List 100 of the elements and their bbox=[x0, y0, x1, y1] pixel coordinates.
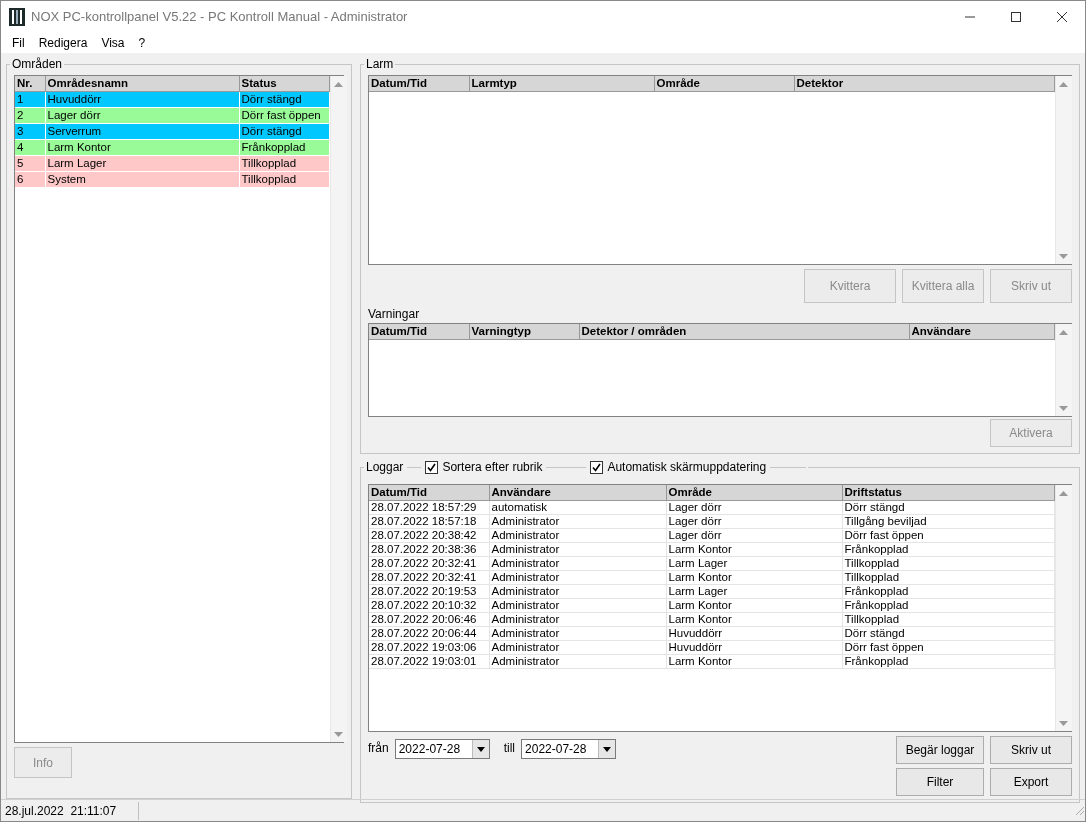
menu-item[interactable]: Redigera bbox=[31, 34, 95, 52]
table-cell: Lager dörr bbox=[666, 500, 842, 514]
menu-item[interactable]: Fil bbox=[5, 34, 32, 52]
table-cell: 28.07.2022 20:06:44 bbox=[369, 626, 489, 640]
table-cell: 28.07.2022 20:38:42 bbox=[369, 528, 489, 542]
column-header[interactable]: Användare bbox=[909, 324, 1054, 339]
date-field[interactable]: 2022-07-28 bbox=[521, 739, 617, 759]
table-cell: 28.07.2022 19:03:01 bbox=[369, 654, 489, 668]
table-cell: Huvuddörr bbox=[666, 626, 842, 640]
table-cell: Administrator bbox=[489, 570, 666, 584]
column-header[interactable]: Larmtyp bbox=[469, 76, 654, 91]
table-cell: 5 bbox=[15, 155, 45, 171]
column-header[interactable]: Användare bbox=[489, 485, 666, 500]
dropdown-button[interactable] bbox=[471, 740, 489, 758]
action-button[interactable]: Skriv ut bbox=[990, 736, 1072, 764]
table-cell: Lager dörr bbox=[666, 528, 842, 542]
table-cell: Administrator bbox=[489, 514, 666, 528]
scrollbar[interactable] bbox=[1054, 76, 1072, 264]
scrollbar[interactable] bbox=[329, 76, 347, 742]
scroll-down-icon[interactable] bbox=[334, 731, 343, 737]
table-cell: 28.07.2022 20:32:41 bbox=[369, 556, 489, 570]
date-field[interactable]: 2022-07-28 bbox=[394, 739, 490, 759]
column-header[interactable]: Status bbox=[239, 76, 329, 91]
table-cell: Administrator bbox=[489, 612, 666, 626]
table-cell: 28.07.2022 20:06:46 bbox=[369, 612, 489, 626]
table-cell: 28.07.2022 19:03:06 bbox=[369, 640, 489, 654]
maximize-icon bbox=[1011, 12, 1021, 22]
table-cell: 6 bbox=[15, 171, 45, 187]
checkbox[interactable] bbox=[590, 460, 604, 474]
scroll-down-icon[interactable] bbox=[1059, 405, 1068, 411]
field-label: till bbox=[503, 740, 516, 757]
action-button[interactable]: Filter bbox=[896, 768, 984, 796]
caret-icon bbox=[603, 746, 612, 752]
column-header[interactable]: Områdesnamn bbox=[45, 76, 239, 91]
close-icon bbox=[1057, 12, 1067, 22]
checkbox[interactable] bbox=[425, 460, 439, 474]
table-cell: Serverrum bbox=[45, 123, 239, 139]
table-cell: Tillkopplad bbox=[239, 171, 329, 187]
table-cell: Administrator bbox=[489, 654, 666, 668]
table-cell: Tillkopplad bbox=[842, 556, 1054, 570]
checkbox-label[interactable]: Automatisk skärmuppdatering bbox=[607, 460, 767, 474]
window-title: NOX PC-kontrollpanel V5.22 - PC Kontroll Manual - Administrator bbox=[31, 8, 408, 27]
table-cell: Huvuddörr bbox=[45, 91, 239, 107]
column-header[interactable]: Nr. bbox=[15, 76, 45, 91]
table-cell: Larm Kontor bbox=[45, 139, 239, 155]
menu-item[interactable]: ? bbox=[131, 34, 153, 52]
resize-grip-icon[interactable] bbox=[1074, 805, 1085, 816]
checkbox-label[interactable]: Sortera efter rubrik bbox=[442, 460, 543, 474]
group-title: Larm bbox=[365, 57, 395, 71]
table-cell: Tillkopplad bbox=[239, 155, 329, 171]
table-cell: Dörr stängd bbox=[842, 626, 1054, 640]
scroll-up-icon[interactable] bbox=[334, 81, 343, 87]
scroll-down-icon[interactable] bbox=[1059, 253, 1068, 259]
table-cell: 28.07.2022 20:19:53 bbox=[369, 584, 489, 598]
table-cell: Larm Lager bbox=[45, 155, 239, 171]
table-cell: Larm Kontor bbox=[666, 598, 842, 612]
scroll-down-icon[interactable] bbox=[1059, 720, 1068, 726]
table-cell: Larm Kontor bbox=[666, 612, 842, 626]
scrollbar[interactable] bbox=[1054, 324, 1072, 416]
column-header[interactable]: Detektor bbox=[794, 76, 1054, 91]
table-cell: Tillkopplad bbox=[842, 612, 1054, 626]
table-cell: Larm Kontor bbox=[666, 570, 842, 584]
column-header[interactable]: Område bbox=[666, 485, 842, 500]
column-header[interactable]: Driftstatus bbox=[842, 485, 1054, 500]
app-logo-icon bbox=[9, 8, 25, 26]
column-header[interactable]: Datum/Tid bbox=[369, 485, 489, 500]
table-cell: Huvuddörr bbox=[666, 640, 842, 654]
status-datetime: 28.jul.2022 21:11:07 bbox=[1, 801, 139, 820]
scrollbar[interactable] bbox=[1054, 485, 1072, 731]
table-cell: 3 bbox=[15, 123, 45, 139]
column-header[interactable]: Detektor / områden bbox=[579, 324, 909, 339]
table-cell: 28.07.2022 18:57:18 bbox=[369, 514, 489, 528]
group-title: Loggar bbox=[366, 460, 404, 474]
scroll-up-icon[interactable] bbox=[1059, 81, 1068, 87]
table-cell: Lager dörr bbox=[666, 514, 842, 528]
table-cell: 28.07.2022 20:38:36 bbox=[369, 542, 489, 556]
table-cell: automatisk bbox=[489, 500, 666, 514]
table-cell: Administrator bbox=[489, 556, 666, 570]
action-button[interactable]: Begär loggar bbox=[896, 736, 984, 764]
table-cell: Frånkopplad bbox=[842, 654, 1054, 668]
table-cell: Administrator bbox=[489, 584, 666, 598]
table-cell: 28.07.2022 18:57:29 bbox=[369, 500, 489, 514]
table-cell: 4 bbox=[15, 139, 45, 155]
group-title: Områden bbox=[11, 57, 64, 71]
column-header[interactable]: Varningtyp bbox=[469, 324, 579, 339]
table-cell: Dörr stängd bbox=[239, 123, 329, 139]
table-cell: System bbox=[45, 171, 239, 187]
table-cell: Lager dörr bbox=[45, 107, 239, 123]
column-header[interactable]: Område bbox=[654, 76, 794, 91]
menu-item[interactable]: Visa bbox=[94, 34, 132, 52]
scroll-up-icon[interactable] bbox=[1059, 329, 1068, 335]
section-label: Varningar bbox=[368, 306, 421, 323]
table-cell: Larm Kontor bbox=[666, 654, 842, 668]
table-cell: 1 bbox=[15, 91, 45, 107]
column-header[interactable]: Datum/Tid bbox=[369, 324, 469, 339]
dropdown-button[interactable] bbox=[598, 740, 616, 758]
scroll-up-icon[interactable] bbox=[1059, 490, 1068, 496]
column-header[interactable]: Datum/Tid bbox=[369, 76, 469, 91]
action-button[interactable]: Export bbox=[990, 768, 1072, 796]
caret-icon bbox=[476, 746, 485, 752]
